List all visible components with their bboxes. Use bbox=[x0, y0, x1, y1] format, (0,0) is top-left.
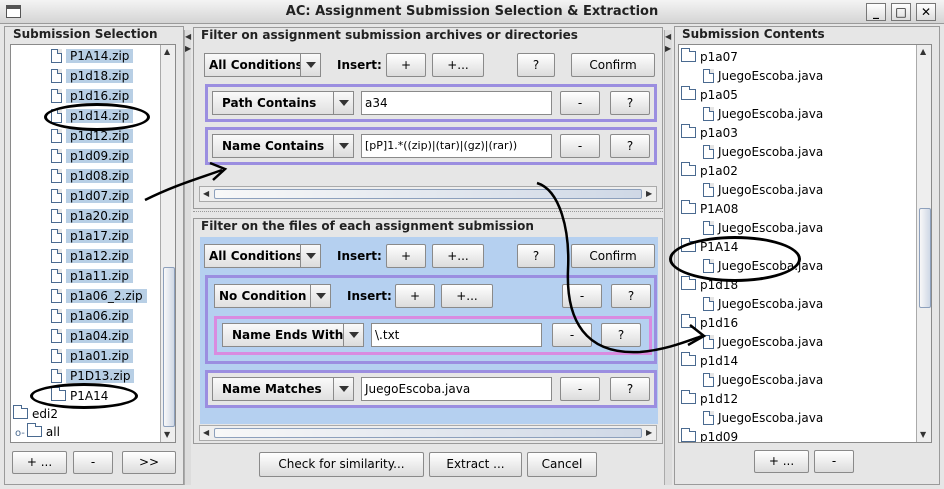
arrow-to-contents bbox=[536, 181, 703, 354]
arrow-to-archive-filter bbox=[144, 168, 223, 202]
annotation-arrows bbox=[144, 161, 707, 354]
arrowhead-icon bbox=[687, 324, 707, 347]
